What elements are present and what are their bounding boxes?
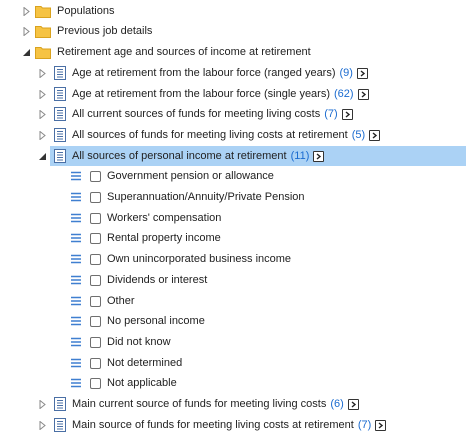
category-row[interactable]: Did not know (0, 332, 467, 352)
list-lines-icon (70, 295, 82, 307)
caret-down-icon[interactable] (36, 146, 48, 166)
list-lines-icon (70, 232, 82, 244)
category-row[interactable]: Own unincorporated business income (0, 249, 467, 269)
list-lines-icon (70, 191, 82, 203)
tree-row-all-sources-at-retirement[interactable]: All sources of funds for meeting living … (0, 125, 467, 145)
list-lines-icon (70, 336, 82, 348)
document-icon (54, 66, 66, 80)
document-icon (54, 418, 66, 432)
category-checkbox[interactable] (90, 253, 101, 265)
category-checkbox[interactable] (90, 357, 101, 369)
variable-tree: Populations Previous job details Retirem… (0, 0, 467, 434)
tree-row-main-current-source[interactable]: Main current source of funds for meeting… (0, 394, 467, 414)
category-label: Own unincorporated business income (107, 253, 292, 265)
category-row[interactable]: Other (0, 291, 467, 311)
tree-row-age-single[interactable]: Age at retirement from the labour force … (0, 84, 467, 104)
category-label: Other (107, 295, 135, 307)
tree-row-previous-job-details[interactable]: Previous job details (0, 21, 467, 41)
item-count: (5) (351, 129, 366, 141)
item-count: (7) (357, 419, 372, 431)
category-checkbox[interactable] (90, 274, 101, 286)
chevron-right-box-icon[interactable] (313, 150, 325, 162)
chevron-right-box-icon[interactable] (356, 67, 368, 79)
item-count: (11) (290, 150, 310, 162)
document-icon (54, 107, 66, 121)
document-icon (54, 149, 66, 163)
folder-icon (35, 24, 51, 38)
list-lines-icon (70, 357, 82, 369)
category-label: Rental property income (107, 232, 221, 244)
item-count: (6) (330, 398, 344, 410)
tree-row-main-source-at-retirement[interactable]: Main source of funds for meeting living … (0, 415, 467, 435)
category-row[interactable]: Dividends or interest (0, 270, 467, 290)
tree-item-label: Age at retirement from the labour force … (72, 67, 336, 79)
item-count: (9) (339, 67, 353, 79)
category-checkbox[interactable] (90, 170, 101, 182)
caret-right-icon[interactable] (20, 1, 32, 21)
category-label: Superannuation/Annuity/Private Pension (107, 191, 305, 203)
caret-right-icon[interactable] (36, 104, 48, 124)
category-checkbox[interactable] (90, 212, 101, 224)
document-icon (54, 397, 66, 411)
list-lines-icon (70, 377, 82, 389)
tree-item-label: Main current source of funds for meeting… (72, 398, 327, 410)
document-icon (54, 87, 66, 101)
list-lines-icon (70, 212, 82, 224)
category-label: Government pension or allowance (107, 170, 274, 182)
tree-row-all-current-sources[interactable]: All current sources of funds for meeting… (0, 104, 467, 124)
tree-row-age-ranged[interactable]: Age at retirement from the labour force … (0, 63, 467, 83)
tree-item-label: Main source of funds for meeting living … (72, 419, 354, 431)
caret-right-icon[interactable] (36, 84, 48, 104)
item-count: (7) (324, 108, 338, 120)
category-row[interactable]: Rental property income (0, 228, 467, 248)
caret-down-icon[interactable] (20, 42, 32, 62)
category-checkbox[interactable] (90, 232, 101, 244)
tree-item-label: Retirement age and sources of income at … (57, 46, 311, 58)
caret-right-icon[interactable] (36, 125, 48, 145)
category-label: Not applicable (107, 377, 177, 389)
category-checkbox[interactable] (90, 336, 101, 348)
category-label: Dividends or interest (107, 274, 208, 286)
category-row[interactable]: Not determined (0, 353, 467, 373)
tree-item-label: Previous job details (57, 25, 153, 37)
category-label: Not determined (107, 357, 183, 369)
list-lines-icon (70, 274, 82, 286)
category-row[interactable]: Superannuation/Annuity/Private Pension (0, 187, 467, 207)
tree-item-label: All sources of personal income at retire… (72, 150, 287, 162)
category-checkbox[interactable] (90, 295, 101, 307)
list-lines-icon (70, 253, 82, 265)
category-row[interactable]: No personal income (0, 311, 467, 331)
category-row[interactable]: Workers' compensation (0, 208, 467, 228)
tree-item-label: Populations (57, 5, 115, 17)
category-checkbox[interactable] (90, 377, 101, 389)
category-label: No personal income (107, 315, 205, 327)
category-checkbox[interactable] (90, 315, 101, 327)
tree-item-label: All sources of funds for meeting living … (72, 129, 348, 141)
chevron-right-box-icon[interactable] (375, 419, 387, 431)
folder-icon (35, 45, 51, 59)
tree-item-label: All current sources of funds for meeting… (72, 108, 321, 120)
list-lines-icon (70, 170, 82, 182)
list-lines-icon (70, 315, 82, 327)
chevron-right-box-icon[interactable] (369, 129, 381, 141)
category-label: Workers' compensation (107, 212, 222, 224)
tree-row-retirement-age[interactable]: Retirement age and sources of income at … (0, 42, 467, 62)
caret-right-icon[interactable] (36, 415, 48, 435)
category-row[interactable]: Not applicable (0, 373, 467, 393)
category-row[interactable]: Government pension or allowance (0, 166, 467, 186)
caret-right-icon[interactable] (36, 394, 48, 414)
document-icon (54, 128, 66, 142)
tree-item-label: Age at retirement from the labour force … (72, 88, 331, 100)
folder-icon (35, 4, 51, 18)
chevron-right-box-icon[interactable] (347, 398, 359, 410)
caret-right-icon[interactable] (36, 63, 48, 83)
tree-row-personal-income-selected[interactable]: All sources of personal income at retire… (0, 146, 467, 166)
category-checkbox[interactable] (90, 191, 101, 203)
tree-row-populations[interactable]: Populations (0, 1, 467, 21)
category-label: Did not know (107, 336, 171, 348)
chevron-right-box-icon[interactable] (341, 108, 353, 120)
item-count: (62) (334, 88, 354, 100)
caret-right-icon[interactable] (20, 21, 32, 41)
chevron-right-box-icon[interactable] (357, 88, 369, 100)
